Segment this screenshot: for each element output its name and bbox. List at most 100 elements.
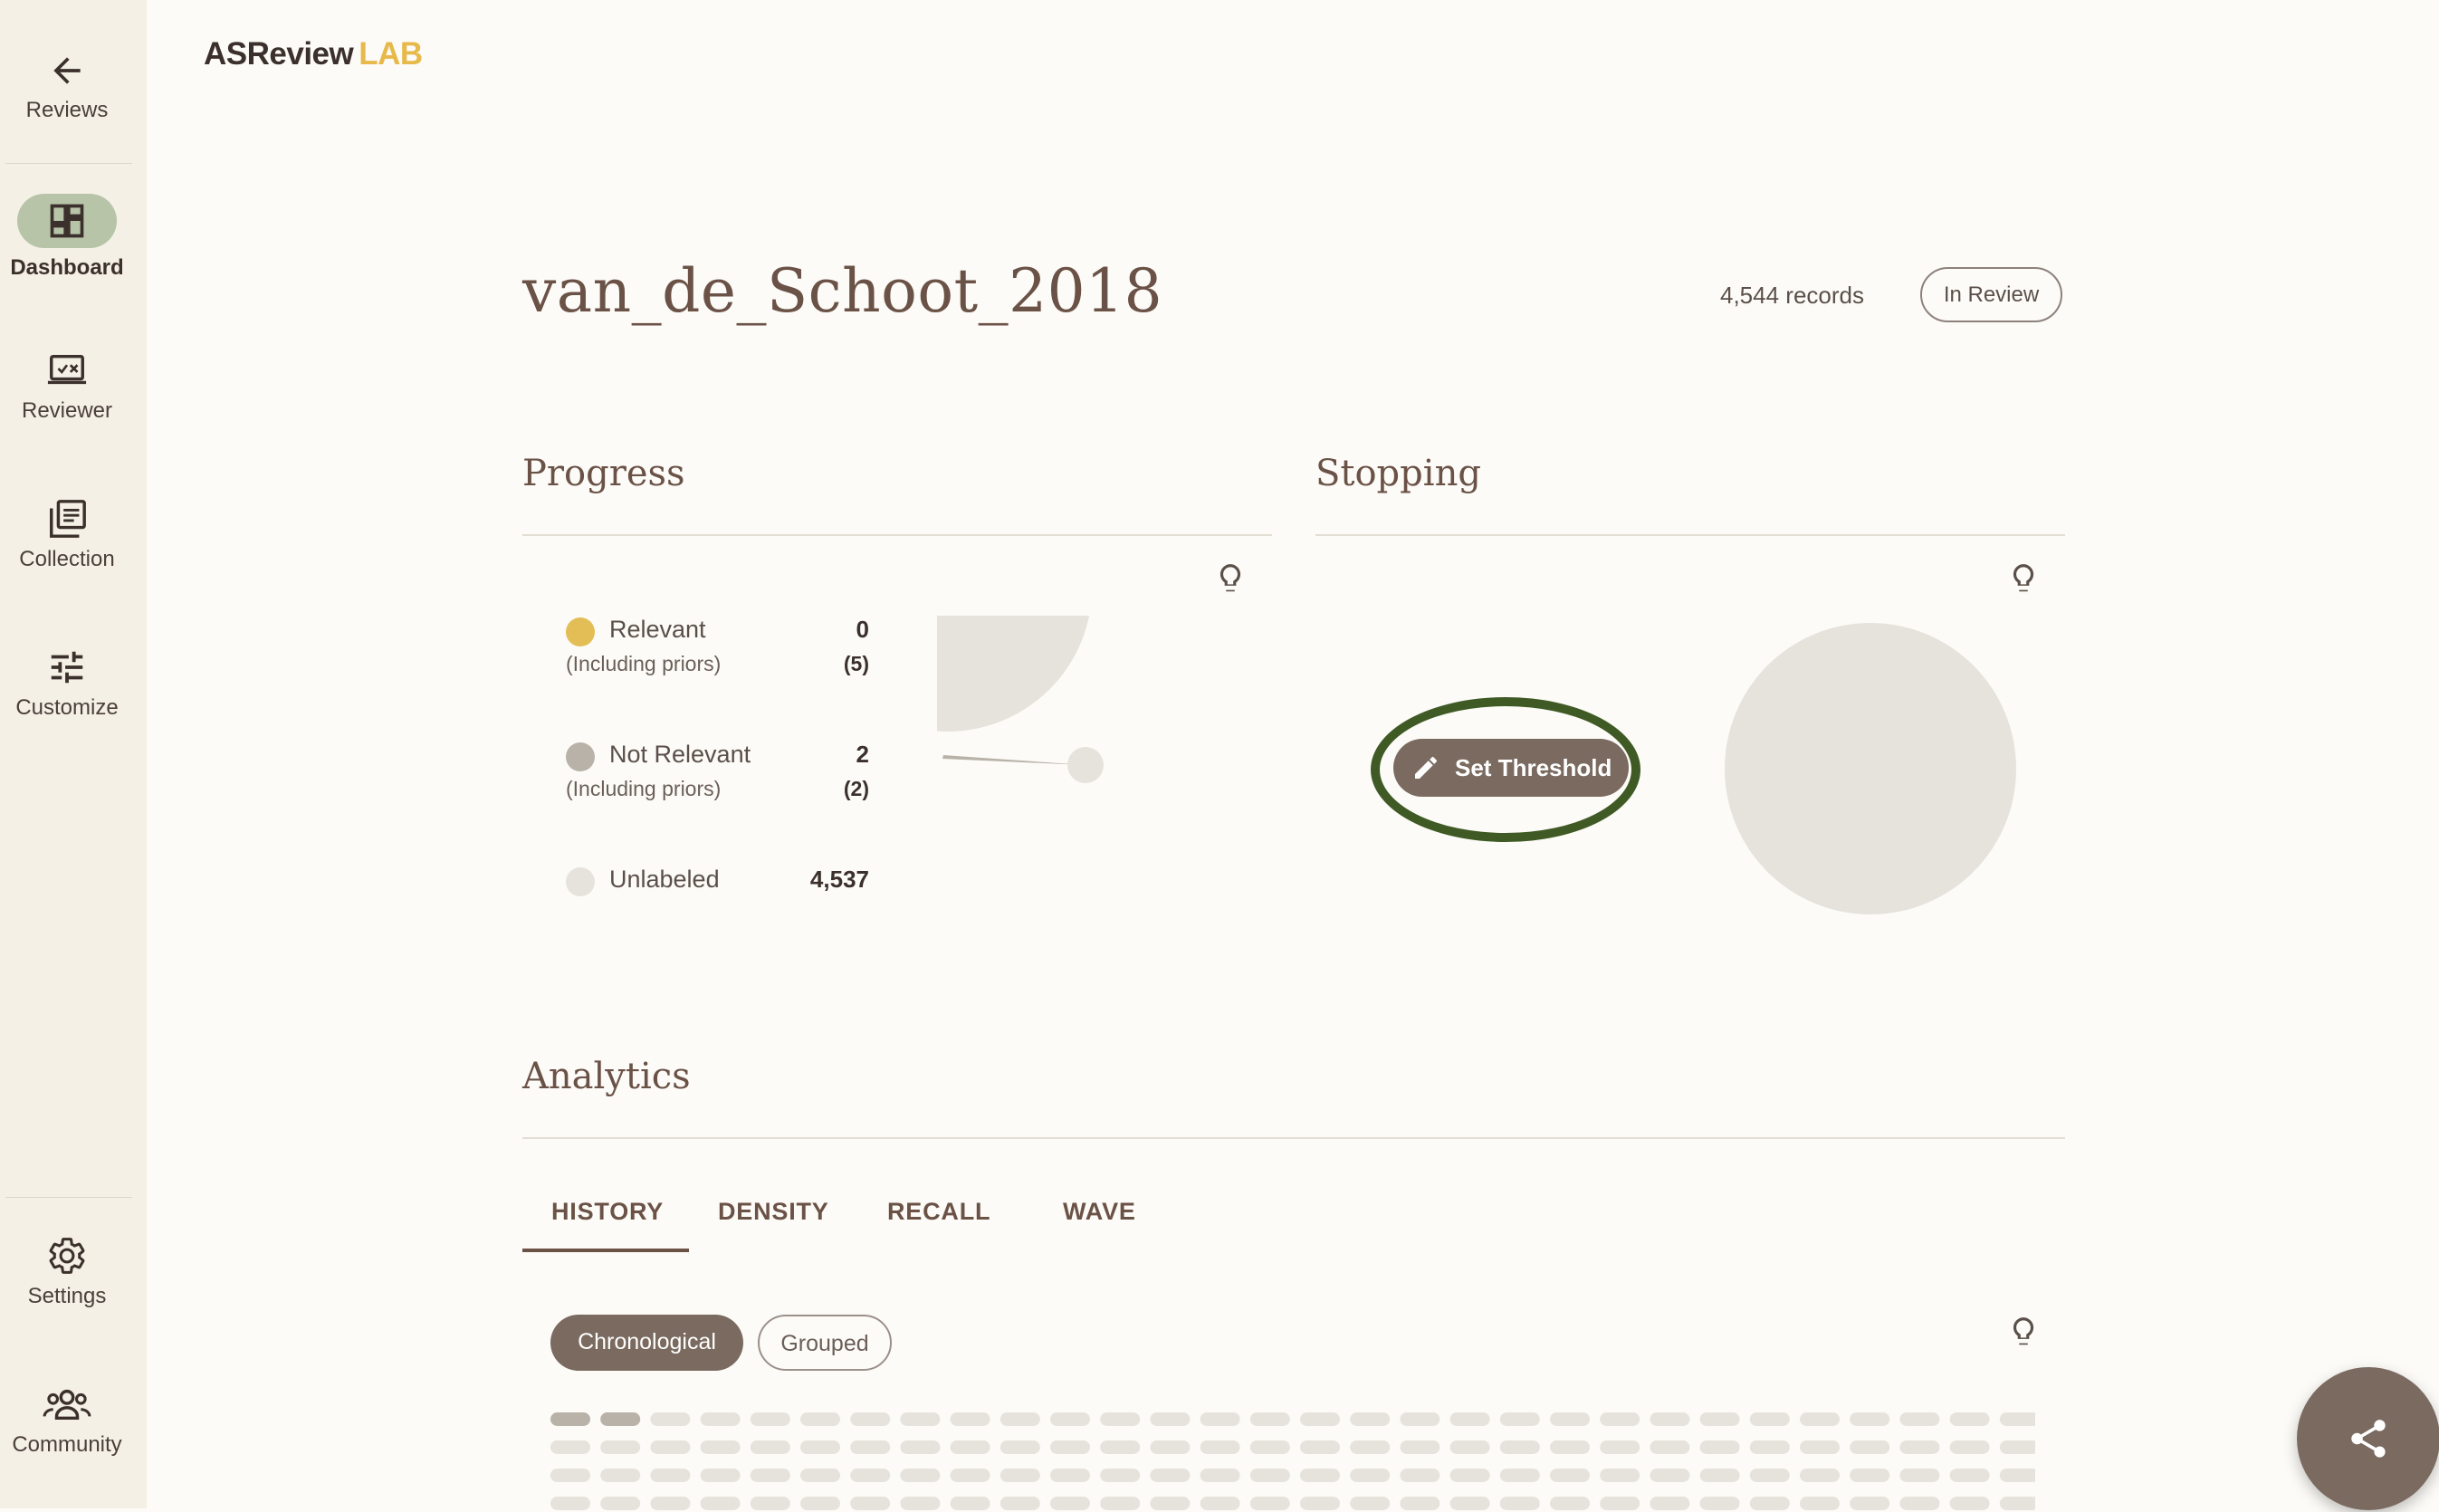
history-cell: [1200, 1469, 1240, 1482]
history-cell: [1749, 1440, 1790, 1454]
history-cell: [1449, 1440, 1490, 1454]
tune-icon: [51, 651, 83, 684]
history-cell: [1899, 1469, 1940, 1482]
history-cell: [1850, 1469, 1890, 1482]
tab-recall[interactable]: RECALL: [887, 1198, 990, 1226]
set-threshold-button[interactable]: Set Threshold: [1393, 739, 1629, 797]
share-button[interactable]: [2297, 1367, 2439, 1510]
history-cell: [600, 1412, 641, 1426]
relevant-label: Relevant: [609, 616, 706, 643]
app-logo[interactable]: ASReview LAB: [204, 36, 423, 72]
nav-customize[interactable]: Customize: [0, 646, 134, 721]
project-title: van_de_Schoot_2018: [522, 256, 1163, 326]
history-cell: [1350, 1412, 1391, 1426]
history-cell: [950, 1440, 990, 1454]
unlabeled-dot: [566, 867, 595, 896]
history-cell: [1400, 1469, 1440, 1482]
nav-settings[interactable]: Settings: [0, 1235, 134, 1309]
not-relevant-sub-label: (Including priors): [566, 777, 722, 800]
history-cell: [1749, 1412, 1790, 1426]
history-cell: [1600, 1412, 1640, 1426]
history-cell: [1699, 1469, 1740, 1482]
history-cell: [1999, 1469, 2035, 1482]
active-tab-indicator: [522, 1249, 689, 1252]
history-cell: [1249, 1412, 1290, 1426]
progress-lightbulb-icon[interactable]: [1213, 560, 1248, 598]
history-cell: [1850, 1412, 1890, 1426]
nav-collection[interactable]: Collection: [0, 498, 134, 572]
records-count: 4,544 records: [1720, 282, 1864, 309]
history-cell: [1650, 1469, 1690, 1482]
nav-reviewer[interactable]: Reviewer: [0, 349, 134, 424]
history-cell: [700, 1412, 741, 1426]
grouped-chip[interactable]: Grouped: [758, 1315, 892, 1371]
history-cell: [1449, 1469, 1490, 1482]
history-cell: [1999, 1412, 2035, 1426]
history-cell: [1300, 1412, 1340, 1426]
stopping-lightbulb-icon[interactable]: [2006, 560, 2041, 598]
history-cell: [1499, 1440, 1540, 1454]
unlabeled-label: Unlabeled: [609, 866, 720, 893]
history-cell: [1300, 1469, 1340, 1482]
tab-history[interactable]: HISTORY: [551, 1198, 664, 1226]
chronological-chip[interactable]: Chronological: [550, 1315, 743, 1371]
history-cell: [750, 1469, 790, 1482]
nav-reviews[interactable]: Reviews: [0, 51, 134, 123]
history-cell: [1249, 1469, 1290, 1482]
history-cell: [1400, 1412, 1440, 1426]
history-cell: [600, 1440, 641, 1454]
nav-dashboard-label: Dashboard: [10, 255, 124, 280]
history-cell: [1100, 1440, 1141, 1454]
history-cell: [1150, 1469, 1191, 1482]
history-cell: [1650, 1412, 1690, 1426]
history-cell: [600, 1469, 641, 1482]
history-cell: [1550, 1412, 1590, 1426]
history-cell: [850, 1440, 891, 1454]
history-cell: [1999, 1440, 2035, 1454]
logo-accent: LAB: [359, 36, 423, 72]
tab-wave[interactable]: WAVE: [1063, 1198, 1136, 1226]
history-cell: [850, 1412, 891, 1426]
history-cell: [650, 1469, 691, 1482]
share-icon: [2351, 1420, 2386, 1458]
sidebar-divider-bottom: [5, 1197, 132, 1198]
history-cell: [750, 1440, 790, 1454]
not-relevant-sub-value: (2): [843, 777, 869, 800]
history-cell: [1800, 1412, 1840, 1426]
history-cell: [550, 1440, 590, 1454]
history-cell: [900, 1440, 941, 1454]
nav-dashboard[interactable]: Dashboard: [0, 194, 134, 281]
relevant-sub-value: (5): [843, 652, 869, 675]
history-cell: [650, 1440, 691, 1454]
nav-settings-label: Settings: [27, 1284, 107, 1308]
collection-icon: [50, 500, 86, 538]
history-cell: [1449, 1412, 1490, 1426]
tab-density[interactable]: DENSITY: [718, 1198, 829, 1226]
analytics-divider: [522, 1137, 2065, 1139]
nav-customize-label: Customize: [15, 695, 119, 720]
relevant-value: 0: [856, 616, 869, 643]
pencil-icon: [1415, 756, 1438, 779]
nav-community[interactable]: Community: [0, 1383, 134, 1458]
history-cell: [1800, 1440, 1840, 1454]
history-cell: [1150, 1412, 1191, 1426]
status-badge[interactable]: In Review: [1920, 267, 2062, 322]
analytics-lightbulb-icon[interactable]: [2006, 1313, 2041, 1351]
history-cell: [550, 1469, 590, 1482]
history-cell: [1050, 1440, 1090, 1454]
history-cell: [1499, 1412, 1540, 1426]
history-cell: [1300, 1440, 1340, 1454]
history-cell: [1550, 1440, 1590, 1454]
history-cell: [1000, 1412, 1040, 1426]
relevant-sub-label: (Including priors): [566, 652, 722, 675]
history-cell: [850, 1469, 891, 1482]
set-threshold-label: Set Threshold: [1455, 754, 1612, 781]
history-cell: [1200, 1440, 1240, 1454]
history-cell: [1100, 1412, 1141, 1426]
nav-collection-label: Collection: [19, 547, 115, 571]
nav-community-label: Community: [12, 1432, 122, 1457]
not-relevant-dot: [566, 742, 595, 771]
history-cell: [800, 1440, 840, 1454]
nav-reviews-label: Reviews: [25, 98, 109, 122]
stopping-divider: [1315, 534, 2065, 536]
